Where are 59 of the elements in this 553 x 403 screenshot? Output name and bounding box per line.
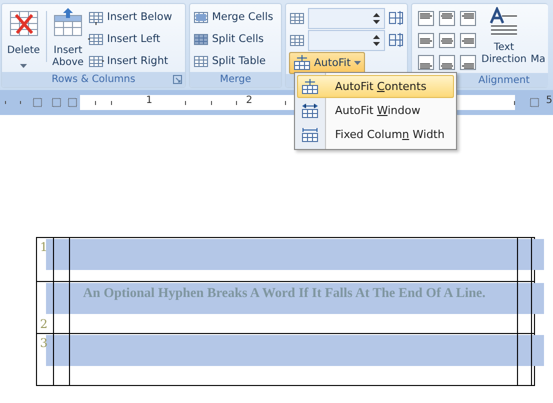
distribute-icon[interactable]: [388, 32, 404, 48]
spinner-arrows-icon[interactable]: [373, 12, 380, 24]
cell-margins-button[interactable]: Ma: [530, 7, 546, 73]
align-icon: [418, 32, 434, 48]
dialog-launcher-icon[interactable]: [173, 75, 182, 84]
insert-column-left-icon: [88, 31, 104, 47]
ruler-marker-icon[interactable]: [52, 98, 61, 107]
ribbon-button[interactable]: Insert Below: [88, 7, 172, 27]
group-label: Merge: [220, 74, 252, 85]
autofit-button[interactable]: AutoFit: [289, 52, 365, 74]
text-direction-button[interactable]: Text Direction: [481, 7, 527, 73]
split-cells-icon: [193, 31, 209, 47]
align-icon: [438, 32, 454, 48]
row-number: 2: [40, 317, 48, 331]
spinner-field[interactable]: [308, 30, 385, 50]
split-table-icon: [193, 53, 209, 69]
autofit-table-icon: [301, 102, 319, 118]
menu-item[interactable]: AutoFit Contents: [297, 75, 454, 98]
ruler-number: 5: [546, 95, 552, 106]
ribbon-button[interactable]: Insert Left: [88, 29, 172, 49]
caret-icon: [20, 64, 27, 68]
ruler-tick-icon: [20, 101, 21, 104]
autofit-table-icon: [301, 78, 319, 94]
ruler-number: 2: [246, 95, 252, 106]
ruler-marker-icon[interactable]: [530, 98, 539, 107]
autofit-table-icon: [301, 126, 319, 142]
group-label: Rows & Columns: [52, 74, 136, 85]
row-number: 1: [40, 240, 48, 254]
ruler-tick-icon: [5, 101, 6, 104]
insert-above-button[interactable]: Insert Above: [51, 7, 85, 72]
ribbon-button[interactable]: Split Cells: [193, 29, 274, 49]
ruler-number: 1: [146, 95, 152, 106]
insert-row-above-icon: [52, 7, 84, 39]
distribute-icon[interactable]: [388, 10, 404, 26]
align-icon: [460, 32, 476, 48]
ruler-marker-icon[interactable]: [68, 98, 77, 107]
insert-column-right-icon: [88, 53, 104, 69]
align-icon: [418, 10, 434, 26]
align-icon: [438, 54, 454, 70]
menu-item[interactable]: AutoFit Window: [297, 99, 454, 122]
ribbon-button[interactable]: Merge Cells: [193, 7, 274, 27]
caret-icon: [354, 61, 361, 65]
merge-cells-icon: [193, 9, 209, 25]
spinner-field[interactable]: [308, 8, 385, 28]
table-cell-text: An Optional Hyphen Breaks A Word If It Falls At The End Of A Line.: [83, 285, 486, 301]
ruler-marker-icon[interactable]: [33, 98, 42, 107]
insert-row-below-icon: [88, 9, 104, 25]
menu-item[interactable]: Fixed Column Width: [297, 123, 454, 146]
align-icon: [438, 10, 454, 26]
align-icon: [460, 10, 476, 26]
align-icon: [460, 54, 476, 70]
spinner-arrows-icon[interactable]: [373, 34, 380, 46]
ribbon-button[interactable]: Split Table: [193, 51, 274, 71]
delete-button[interactable]: Delete: [5, 7, 42, 72]
group-label: Alignment: [478, 74, 530, 86]
align-icon: [418, 54, 434, 70]
autofit-table-icon: [293, 55, 311, 71]
row-number: 3: [40, 336, 48, 350]
ribbon-button[interactable]: Insert Right: [88, 51, 172, 71]
